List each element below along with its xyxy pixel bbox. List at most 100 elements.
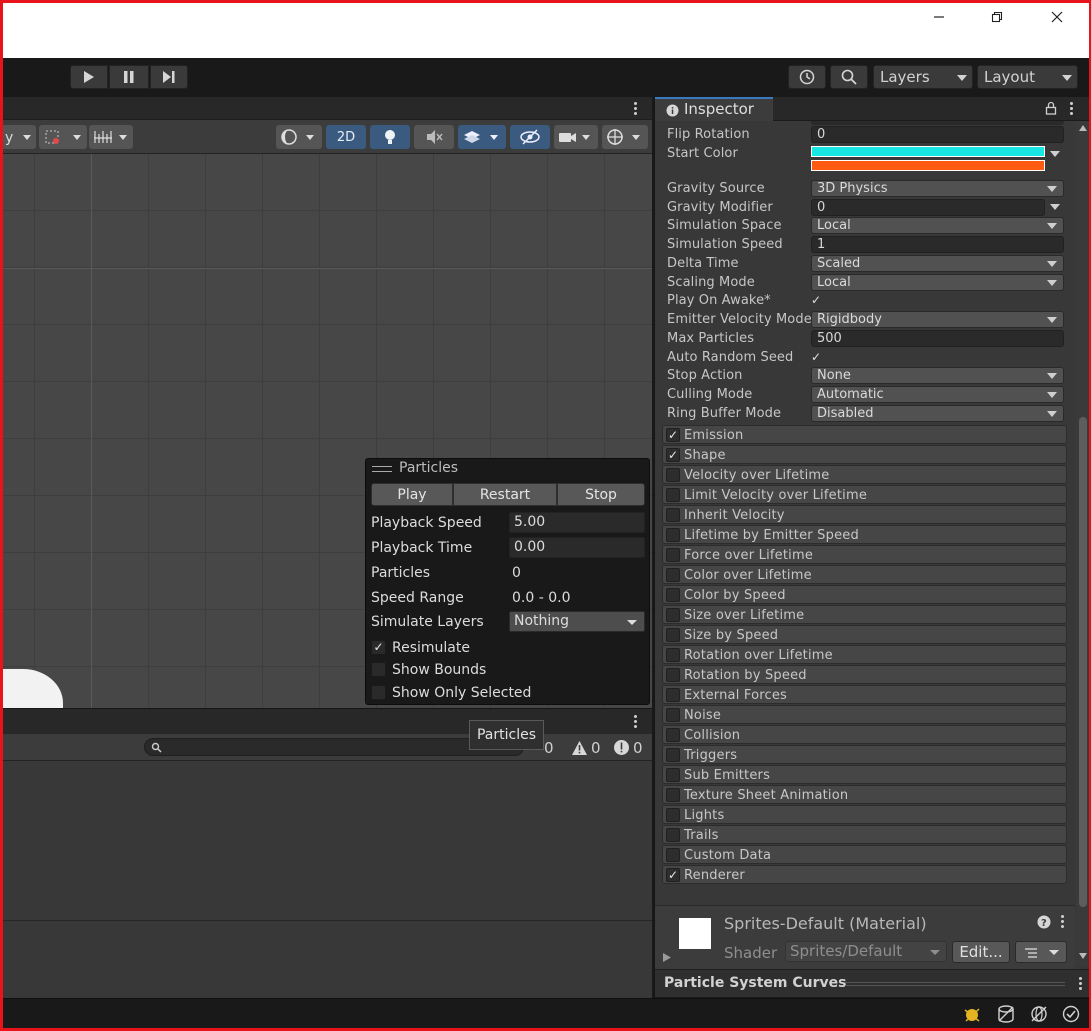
grid-snap-button[interactable] (39, 125, 87, 149)
module-limit-velocity-over-lifetime[interactable]: Limit Velocity over Lifetime (662, 485, 1067, 504)
draw-mode-button[interactable] (276, 125, 322, 149)
start-color-mode-dropdown[interactable] (1047, 147, 1064, 161)
module-checkbox[interactable] (666, 628, 680, 642)
auto-random-seed-checkbox[interactable]: ✓ (811, 350, 825, 364)
simulate-layers-dropdown[interactable]: Nothing (509, 611, 645, 632)
module-checkbox[interactable] (666, 728, 680, 742)
log-count[interactable]: 0 (544, 736, 554, 759)
module-velocity-over-lifetime[interactable]: Velocity over Lifetime (662, 465, 1067, 484)
particle-system-curves-header[interactable]: Particle System Curves (655, 969, 1090, 997)
module-size-by-speed[interactable]: Size by Speed (662, 625, 1067, 644)
module-size-over-lifetime[interactable]: Size over Lifetime (662, 605, 1067, 624)
console-log-list[interactable] (3, 761, 652, 921)
scroll-up-icon[interactable] (1079, 125, 1087, 131)
module-external-forces[interactable]: External Forces (662, 685, 1067, 704)
module-checkbox[interactable] (666, 708, 680, 722)
audio-toggle[interactable] (414, 125, 454, 149)
module-lights[interactable]: Lights (662, 805, 1067, 824)
lock-icon[interactable] (1045, 101, 1057, 115)
gizmo-tool-button[interactable]: y (0, 125, 36, 149)
close-button[interactable] (1028, 0, 1086, 33)
layers-dropdown[interactable]: Layers (873, 65, 973, 89)
module-checkbox[interactable] (666, 648, 680, 662)
error-count[interactable]: 0 (613, 736, 643, 759)
max-particles-field[interactable]: 500 (811, 330, 1064, 347)
scaling-mode-dropdown[interactable]: Local (811, 274, 1064, 291)
simulation-speed-field[interactable]: 1 (811, 236, 1064, 253)
search-button[interactable] (830, 65, 868, 89)
scene-visibility-toggle[interactable] (510, 125, 550, 149)
module-force-over-lifetime[interactable]: Force over Lifetime (662, 545, 1067, 564)
play-button[interactable] (70, 65, 108, 89)
module-checkbox[interactable] (666, 508, 680, 522)
camera-settings-button[interactable] (554, 125, 598, 149)
module-custom-data[interactable]: Custom Data (662, 845, 1067, 864)
shader-options-dropdown[interactable] (1015, 941, 1067, 963)
start-color-swatch-max[interactable] (811, 160, 1045, 171)
module-checkbox[interactable] (666, 828, 680, 842)
module-shape[interactable]: ✓ Shape (662, 445, 1067, 464)
module-emission[interactable]: ✓ Emission (662, 425, 1067, 444)
module-checkbox[interactable] (666, 808, 680, 822)
shader-dropdown[interactable]: Sprites/Default (785, 941, 947, 962)
more-options-icon[interactable] (634, 715, 638, 729)
increment-snap-button[interactable] (89, 125, 133, 149)
module-color-over-lifetime[interactable]: Color over Lifetime (662, 565, 1067, 584)
playback-speed-field[interactable]: 5.00 (509, 512, 645, 533)
particles-play-button[interactable]: Play (371, 483, 453, 506)
pause-button[interactable] (109, 65, 149, 89)
lighting-toggle[interactable] (370, 125, 410, 149)
module-triggers[interactable]: Triggers (662, 745, 1067, 764)
module-renderer[interactable]: ✓ Renderer (662, 865, 1067, 884)
particles-restart-button[interactable]: Restart (453, 483, 557, 506)
module-checkbox[interactable] (666, 588, 680, 602)
edit-shader-button[interactable]: Edit... (952, 941, 1010, 963)
console-search-input[interactable] (144, 738, 524, 756)
module-rotation-by-speed[interactable]: Rotation by Speed (662, 665, 1067, 684)
module-checkbox[interactable] (666, 688, 680, 702)
minimize-button[interactable] (910, 0, 968, 33)
module-collision[interactable]: Collision (662, 725, 1067, 744)
scroll-down-icon[interactable] (1079, 953, 1087, 959)
drag-handle-icon[interactable] (845, 982, 1065, 986)
module-color-by-speed[interactable]: Color by Speed (662, 585, 1067, 604)
more-options-icon[interactable] (1079, 977, 1083, 991)
module-texture-sheet-animation[interactable]: Texture Sheet Animation (662, 785, 1067, 804)
warning-count[interactable]: 0 (571, 736, 601, 759)
help-icon[interactable]: ? (1037, 915, 1051, 929)
module-checkbox[interactable] (666, 668, 680, 682)
module-checkbox[interactable] (666, 488, 680, 502)
module-checkbox[interactable] (666, 468, 680, 482)
simulation-space-dropdown[interactable]: Local (811, 217, 1064, 234)
expand-arrow-icon[interactable] (663, 953, 671, 962)
module-checkbox[interactable]: ✓ (666, 868, 680, 882)
more-options-icon[interactable] (1061, 915, 1065, 929)
module-checkbox[interactable]: ✓ (666, 428, 680, 442)
more-options-icon[interactable] (634, 102, 638, 116)
module-lifetime-by-emitter-speed[interactable]: Lifetime by Emitter Speed (662, 525, 1067, 544)
module-inherit-velocity[interactable]: Inherit Velocity (662, 505, 1067, 524)
more-options-icon[interactable] (1070, 102, 1074, 116)
show-only-selected-checkbox[interactable] (371, 685, 386, 700)
module-trails[interactable]: Trails (662, 825, 1067, 844)
start-color-swatch-min[interactable] (811, 146, 1045, 157)
module-checkbox[interactable]: ✓ (666, 448, 680, 462)
cache-server-icon[interactable] (996, 1004, 1016, 1024)
module-checkbox[interactable] (666, 788, 680, 802)
emitter-velocity-mode-dropdown[interactable]: Rigidbody (811, 311, 1064, 328)
playback-time-field[interactable]: 0.00 (509, 537, 645, 558)
check-circle-icon[interactable] (1061, 1004, 1081, 1024)
maximize-button[interactable] (968, 0, 1026, 33)
flip-rotation-field[interactable]: 0 (811, 126, 1064, 143)
module-rotation-over-lifetime[interactable]: Rotation over Lifetime (662, 645, 1067, 664)
gizmos-button[interactable] (602, 125, 648, 149)
module-sub-emitters[interactable]: Sub Emitters (662, 765, 1067, 784)
module-checkbox[interactable] (666, 748, 680, 762)
play-on-awake-checkbox[interactable]: ✓ (811, 293, 825, 307)
module-checkbox[interactable] (666, 848, 680, 862)
module-checkbox[interactable] (666, 528, 680, 542)
module-checkbox[interactable] (666, 608, 680, 622)
module-checkbox[interactable] (666, 768, 680, 782)
particles-stop-button[interactable]: Stop (557, 483, 645, 506)
module-checkbox[interactable] (666, 568, 680, 582)
